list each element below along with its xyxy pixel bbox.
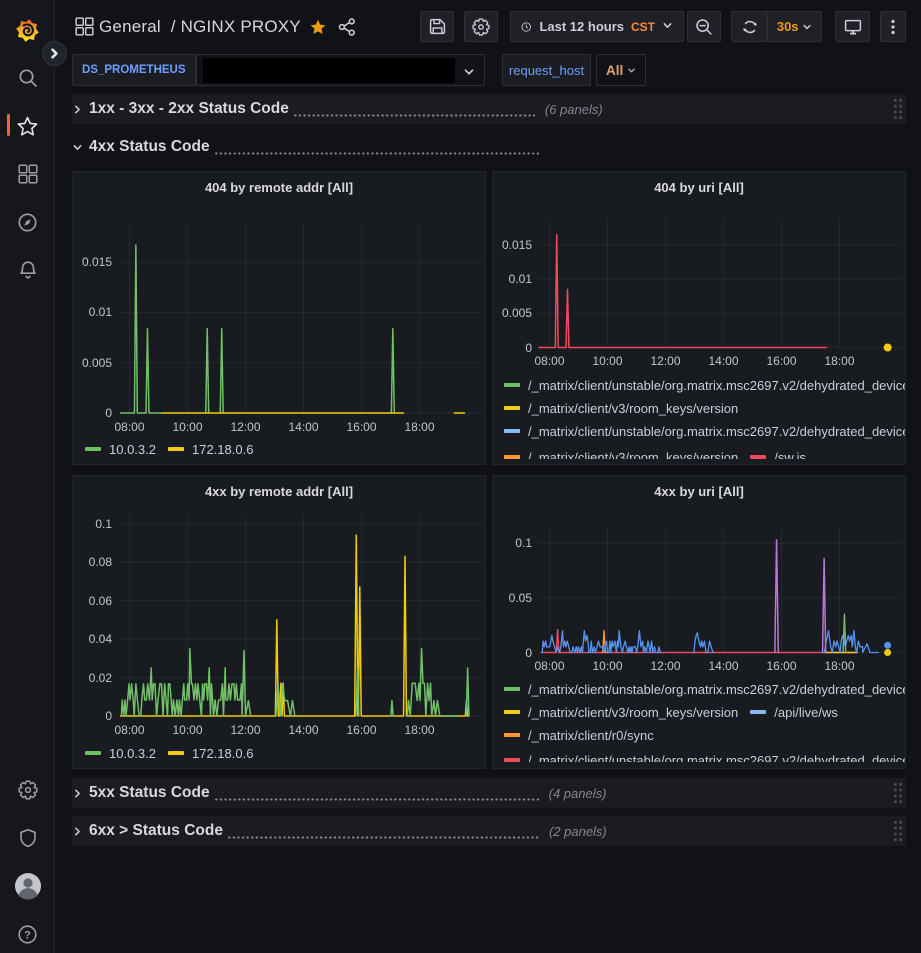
svg-text:?: ?: [24, 929, 31, 941]
